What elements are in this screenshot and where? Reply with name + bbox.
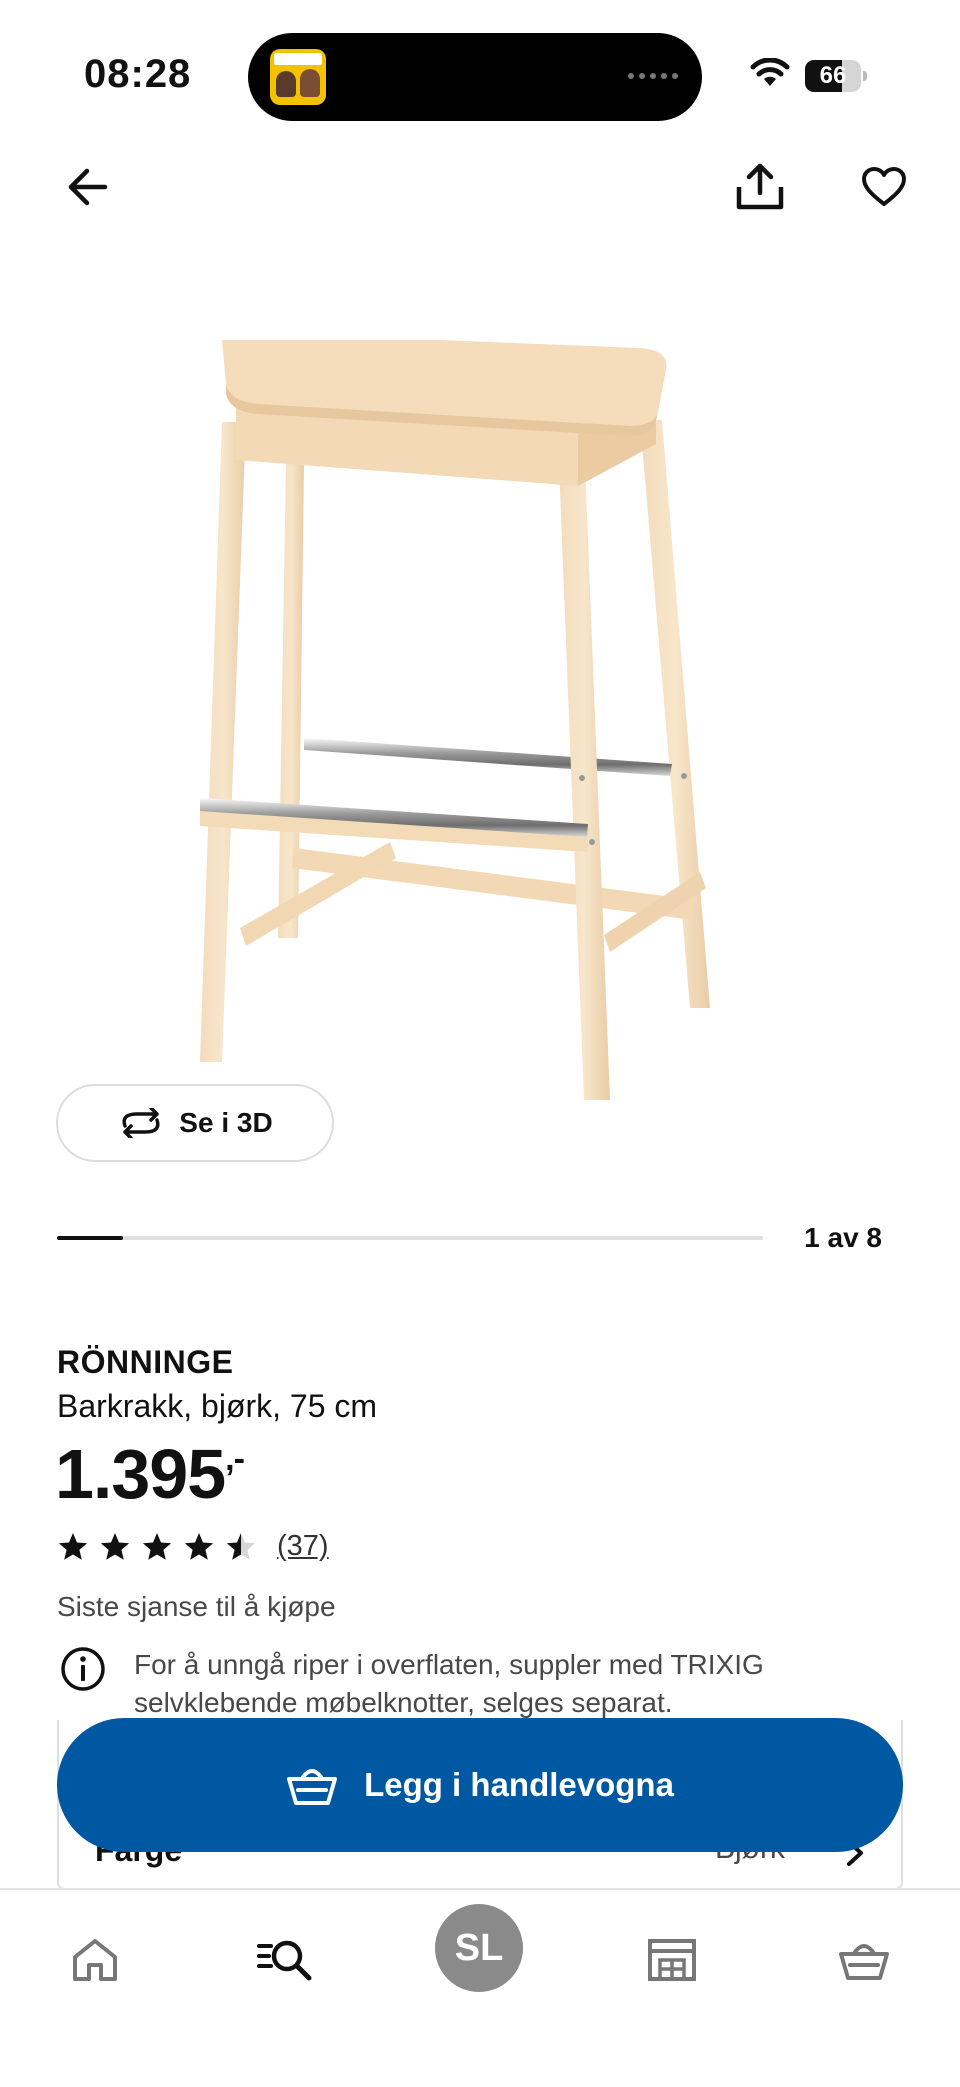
cart-icon: [839, 1944, 889, 1980]
price-value: 1.395: [55, 1435, 226, 1513]
gallery-progress-bar: [57, 1236, 763, 1240]
view-3d-label: Se i 3D: [179, 1107, 273, 1138]
share-button[interactable]: [728, 155, 792, 219]
nav-search[interactable]: [246, 1920, 326, 2000]
rating-stars[interactable]: (37): [57, 1530, 329, 1563]
product-image[interactable]: [200, 340, 740, 1120]
info-icon: [61, 1647, 105, 1691]
nav-cart[interactable]: [824, 1920, 904, 2000]
product-description: Barkrakk, bjørk, 75 cm: [57, 1388, 378, 1424]
profile-avatar[interactable]: SL: [435, 1904, 523, 1992]
audio-waveform-icon: [628, 73, 678, 79]
gallery-page-counter: 1 av 8: [804, 1222, 882, 1253]
star-half-icon: [226, 1532, 256, 1560]
product-name: RÖNNINGE: [57, 1344, 234, 1380]
info-text: For å unngå riper i overflaten, suppler …: [134, 1649, 764, 1718]
arrow-left-icon: [68, 168, 108, 206]
battery-level: 66: [819, 62, 847, 89]
search-icon: [257, 1940, 312, 1981]
view-3d-button[interactable]: Se i 3D: [56, 1084, 334, 1162]
star-full-icon: [184, 1532, 214, 1560]
nav-store[interactable]: [632, 1920, 712, 2000]
availability-status: Siste sjanse til å kjøpe: [57, 1591, 336, 1622]
gallery-progress-fill: [57, 1236, 124, 1240]
add-to-cart-label: Legg i handlevogna: [364, 1766, 674, 1803]
price-suffix: ,-: [225, 1440, 245, 1478]
star-full-icon: [142, 1532, 172, 1560]
dynamic-island[interactable]: [248, 33, 702, 121]
star-full-icon: [58, 1532, 88, 1560]
wifi-icon: [750, 58, 790, 86]
rating-count[interactable]: (37): [277, 1530, 329, 1563]
share-icon: [736, 163, 784, 210]
star-full-icon: [100, 1532, 130, 1560]
rotate-3d-icon: [122, 1108, 160, 1138]
store-icon: [648, 1939, 696, 1981]
heart-icon: [862, 167, 906, 206]
product-price: 1.395 ,-: [55, 1434, 245, 1514]
nav-home[interactable]: [55, 1920, 135, 2000]
status-time: 08:28: [84, 52, 192, 96]
add-to-cart-button[interactable]: Legg i handlevogna: [57, 1718, 903, 1852]
podcast-artwork-icon: [270, 49, 326, 105]
status-bar: 08:28 66: [0, 0, 960, 140]
favorite-button[interactable]: [852, 155, 916, 219]
battery-icon: 66: [805, 60, 867, 92]
bottom-navigation: SL: [0, 1888, 960, 2087]
back-button[interactable]: [55, 155, 119, 219]
shopping-basket-icon: [287, 1769, 338, 1805]
home-icon: [73, 1939, 117, 1981]
